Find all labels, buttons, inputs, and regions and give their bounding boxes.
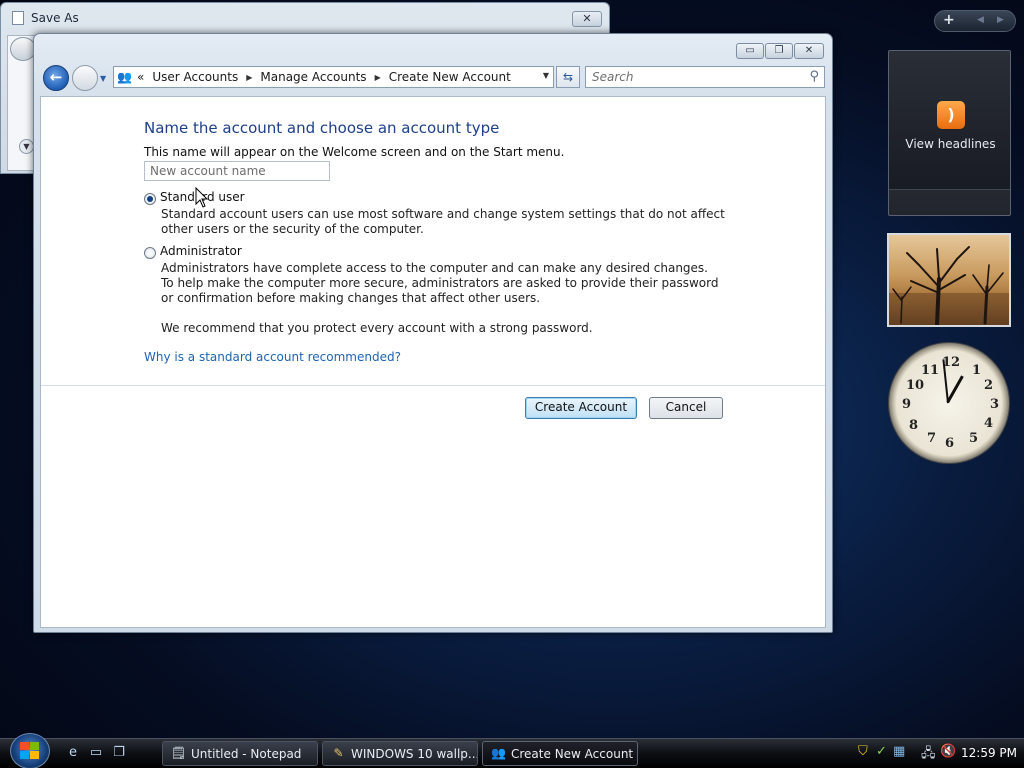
switch-windows-icon[interactable]: ❐ (111, 745, 127, 761)
start-button[interactable] (10, 733, 50, 768)
breadcrumb-arrow-icon[interactable]: ▶ (246, 73, 252, 82)
taskbar-item-label: Untitled - Notepad (191, 747, 302, 761)
divider (41, 385, 825, 386)
name-instructions: This name will appear on the Welcome scr… (144, 145, 565, 159)
standard-account-help-link[interactable]: Why is a standard account recommended? (144, 350, 401, 364)
taskbar-item-notepad[interactable]: 🗒 Untitled - Notepad (162, 741, 318, 766)
user-accounts-icon: 👥 (117, 70, 132, 84)
security-shield-icon[interactable]: ⛉ (858, 744, 868, 759)
windows-update-icon[interactable]: ▦ (893, 744, 905, 759)
breadcrumb-create-new-account[interactable]: Create New Account (389, 70, 511, 84)
breadcrumb-overflow[interactable]: « (137, 70, 144, 84)
breadcrumb-arrow-icon[interactable]: ▶ (375, 73, 381, 82)
address-dropdown-icon[interactable]: ▼ (543, 71, 549, 80)
save-as-title: Save As (31, 11, 79, 25)
show-desktop-icon[interactable]: ▭ (88, 745, 104, 761)
feed-headlines-gadget[interactable]: ) View headlines (888, 50, 1011, 216)
document-icon (12, 11, 24, 25)
taskbar-item-create-new-account[interactable]: 👥 Create New Account (482, 741, 638, 766)
rss-icon: ) (937, 101, 965, 129)
back-button[interactable]: ← (43, 65, 69, 91)
internet-explorer-icon[interactable]: e (65, 745, 81, 761)
refresh-button[interactable]: ⇆ (556, 66, 580, 88)
create-account-window: ▭ ❐ ✕ ← ▼ 👥 « User Accounts ▶ Manage Acc… (33, 33, 833, 633)
standard-user-radio[interactable] (144, 193, 156, 205)
next-gadgets-icon[interactable]: ▶ (997, 15, 1004, 25)
view-headlines-label[interactable]: View headlines (889, 137, 1012, 151)
minimize-button[interactable]: ▭ (736, 43, 764, 59)
taskbar-item-label: WINDOWS 10 wallp... (351, 747, 478, 761)
volume-muted-icon[interactable]: 🔇 (940, 744, 956, 759)
previous-gadgets-icon[interactable]: ◀ (977, 15, 984, 25)
search-icon[interactable]: ⚲ (809, 69, 819, 84)
add-gadget-button[interactable]: + (943, 12, 955, 28)
network-icon[interactable]: 🖧 (921, 744, 936, 766)
breadcrumb-manage-accounts[interactable]: Manage Accounts (260, 70, 366, 84)
search-input[interactable]: Search ⚲ (585, 66, 825, 88)
administrator-label[interactable]: Administrator (160, 244, 242, 258)
password-recommendation: We recommend that you protect every acco… (161, 321, 593, 335)
windows-logo-icon (20, 742, 39, 759)
account-name-input[interactable]: New account name (144, 161, 330, 181)
chevron-down-icon[interactable]: ▼ (19, 139, 34, 154)
feed-footer (889, 189, 1010, 215)
slideshow-gadget[interactable] (887, 233, 1011, 327)
clock-gadget: 12 1 2 3 4 5 6 7 8 9 10 11 (888, 342, 1010, 464)
sidebar-controls: + ◀ ▶ (934, 10, 1016, 32)
network-status-icon[interactable]: ✓ (876, 744, 887, 759)
recent-pages-dropdown-icon[interactable]: ▼ (100, 74, 106, 83)
taskbar-item-label: Create New Account (511, 747, 634, 761)
users-icon: 👥 (491, 746, 506, 760)
notepad-icon: 🗒 (171, 746, 187, 760)
search-placeholder: Search (592, 70, 634, 84)
create-account-button[interactable]: Create Account (525, 397, 637, 419)
administrator-description: Administrators have complete access to t… (161, 261, 719, 305)
back-arrow-icon: ← (49, 68, 63, 86)
taskbar-item-paint[interactable]: ✎ WINDOWS 10 wallp... (322, 741, 478, 766)
maximize-button[interactable]: ❐ (765, 43, 793, 59)
paint-icon: ✎ (333, 746, 344, 760)
standard-user-description: Standard account users can use most soft… (161, 207, 725, 236)
close-button[interactable]: ✕ (794, 43, 824, 59)
mouse-pointer-icon (195, 187, 209, 208)
tree-photo (889, 246, 1009, 325)
main-content: Name the account and choose an account t… (40, 96, 826, 628)
forward-button[interactable] (72, 65, 98, 91)
breadcrumb-user-accounts[interactable]: User Accounts (152, 70, 238, 84)
refresh-icon: ⇆ (562, 70, 574, 84)
cancel-button[interactable]: Cancel (649, 397, 723, 419)
page-title: Name the account and choose an account t… (144, 119, 500, 137)
account-name-placeholder: New account name (150, 164, 266, 178)
save-as-close-button[interactable]: ✕ (572, 11, 602, 27)
clock-hour-hand (946, 375, 964, 403)
address-bar[interactable]: 👥 « User Accounts ▶ Manage Accounts ▶ Cr… (113, 66, 554, 88)
administrator-radio[interactable] (144, 247, 156, 259)
clock-time[interactable]: 12:59 PM (961, 746, 1017, 760)
